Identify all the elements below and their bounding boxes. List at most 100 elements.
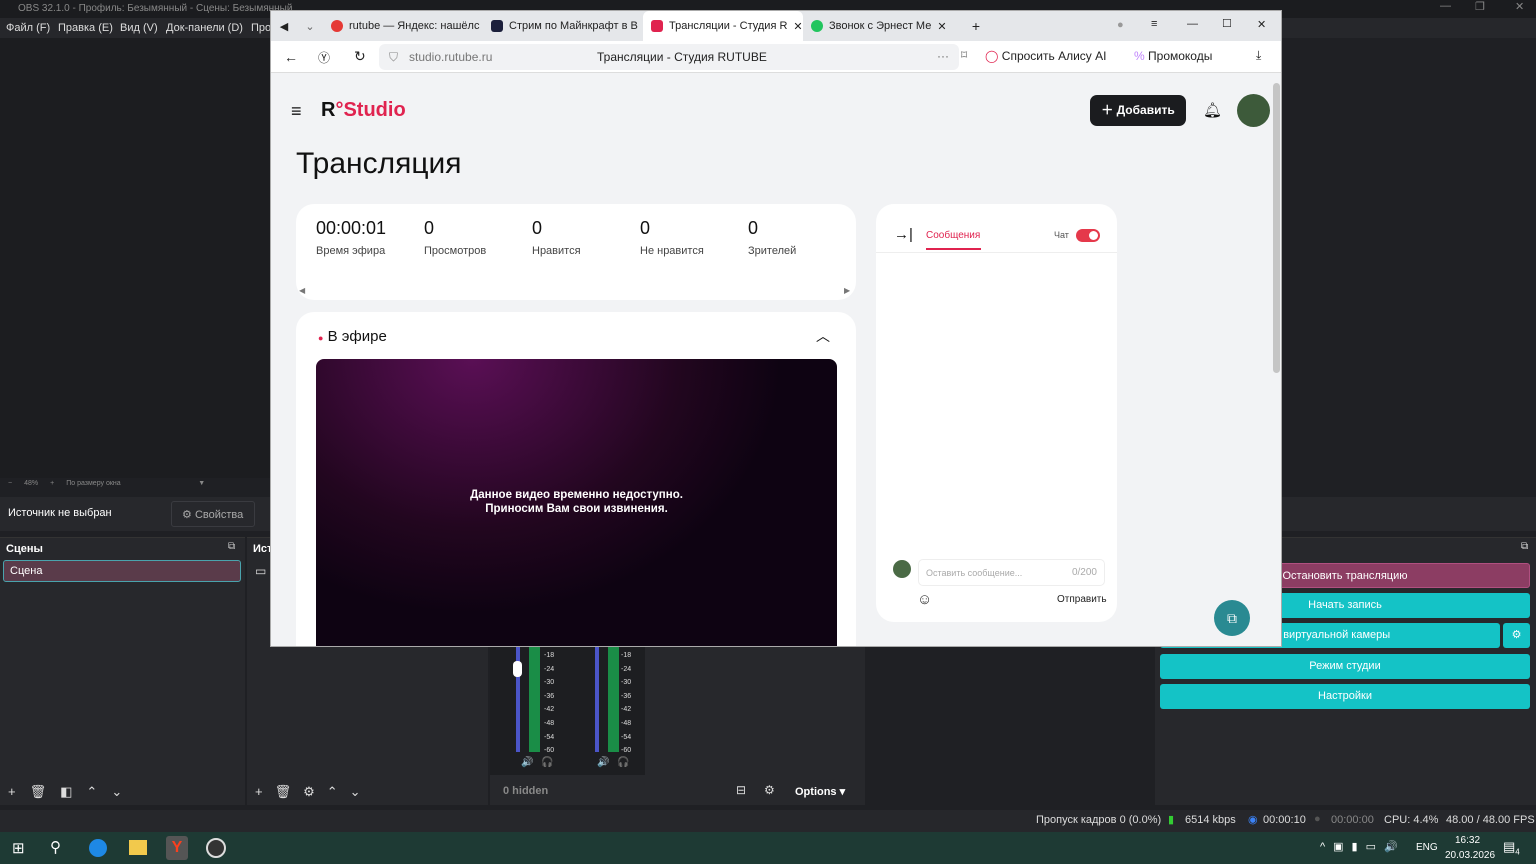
emoji-icon[interactable]: ☺ (917, 591, 932, 608)
undock-icon[interactable]: ⧉ (1521, 541, 1528, 552)
properties-button[interactable]: ⚙ Свойства (171, 501, 255, 527)
zoom-out-button[interactable]: − (8, 480, 12, 492)
chat-bubbles-icon: ⧉ (1227, 610, 1237, 626)
minimize-icon[interactable]: — (1187, 18, 1198, 30)
obs-icon[interactable] (206, 838, 226, 858)
zoom-fit-select[interactable]: По размеру окна (66, 480, 186, 492)
collapse-icon[interactable]: ︿ (816, 326, 830, 346)
edge-icon[interactable] (89, 839, 107, 857)
undock-icon[interactable]: ⧉ (228, 541, 235, 552)
scroll-left-icon[interactable]: ◀ (299, 286, 305, 295)
cpu-usage: CPU: 4.4% (1384, 814, 1439, 826)
zoom-in-button[interactable]: + (50, 480, 54, 492)
tab-minecraft-stream[interactable]: Стрим по Майнкрафт в В (483, 11, 643, 41)
options-button[interactable]: Options ▾ (795, 785, 845, 798)
window-title: OBS 32.1.0 - Профиль: Безымянный - Сцены… (18, 3, 293, 14)
menu-docks[interactable]: Док-панели (D) (166, 22, 243, 34)
close-button[interactable]: ✕ (1515, 0, 1524, 13)
menu-icon[interactable]: ≡ (1151, 18, 1157, 30)
rstudio-logo[interactable]: R°Studio (321, 99, 406, 122)
volume-handle[interactable] (513, 661, 522, 677)
gear-icon: ⚙ (1511, 629, 1522, 641)
tabs-dropdown-icon[interactable]: ⌄ (297, 20, 323, 33)
layout-icon[interactable]: ⊟ (736, 783, 746, 797)
advanced-audio-icon[interactable]: ⚙ (764, 783, 775, 797)
minimize-button[interactable]: — (1440, 0, 1451, 12)
tray-icons[interactable]: ^▣▮▭🔊 (1320, 840, 1406, 853)
alice-button[interactable]: ◯ Спросить Алису AI (985, 49, 1106, 63)
add-source-icon[interactable]: + (255, 784, 263, 800)
collapse-chat-icon[interactable]: →| (894, 226, 913, 243)
chat-toggle[interactable] (1076, 229, 1100, 242)
yandex-browser-icon[interactable]: Y (166, 836, 188, 860)
live-dot-icon: ● (318, 333, 324, 343)
filter-icon[interactable]: ◧ (60, 784, 72, 800)
move-down-icon[interactable]: ⌄ (350, 784, 361, 800)
url-text: studio.rutube.ru (409, 50, 493, 64)
close-tab-icon[interactable]: ✕ (937, 20, 946, 33)
avatar[interactable] (1237, 94, 1270, 127)
percent-icon: % (1134, 49, 1145, 63)
close-icon[interactable]: ✕ (1257, 18, 1266, 31)
volume-slider[interactable] (595, 647, 599, 752)
maximize-button[interactable]: ❐ (1475, 0, 1485, 13)
message-input[interactable]: Оставить сообщение... 0/200 (918, 559, 1105, 586)
speaker-icon[interactable]: 🔊 (521, 757, 533, 768)
folder-icon[interactable] (129, 840, 147, 855)
clock-date[interactable]: 20.03.2026 (1445, 850, 1495, 861)
tab-rutube-studio[interactable]: Трансляции - Студия R ✕ (643, 11, 803, 41)
search-icon[interactable]: ⚲ (50, 838, 61, 856)
reload-icon[interactable]: ↻ (354, 48, 366, 65)
feedback-chat-button[interactable]: ⧉ (1214, 600, 1250, 636)
close-tab-icon[interactable]: ✕ (793, 20, 802, 33)
add-scene-icon[interactable]: + (8, 784, 16, 800)
language-indicator[interactable]: ENG (1416, 842, 1438, 853)
alice-icon: ◯ (985, 49, 999, 63)
add-button[interactable]: ＋ Добавить (1090, 95, 1186, 126)
menu-file[interactable]: Файл (F) (6, 22, 50, 34)
download-icon[interactable]: ⤓ (1256, 48, 1261, 63)
scrollbar[interactable] (1273, 83, 1280, 373)
profile-icon[interactable]: ● (1117, 19, 1124, 31)
windows-start-icon[interactable]: ⊞ (12, 839, 25, 857)
move-up-icon[interactable]: ⌃ (327, 784, 338, 800)
new-tab-icon[interactable]: + (963, 18, 989, 34)
trash-icon[interactable]: 🗑 (275, 784, 292, 800)
tab-messages[interactable]: Сообщения (926, 230, 980, 241)
tab-yandex-search[interactable]: rutube — Яндекс: нашёлс (323, 11, 483, 41)
speaker-icon[interactable]: 🔊 (597, 757, 609, 768)
promo-button[interactable]: % Промокоды (1134, 49, 1212, 63)
shield-icon: ⛉ (389, 50, 399, 64)
maximize-icon[interactable]: ☐ (1222, 17, 1232, 30)
notifications-icon[interactable]: ▤4 (1503, 839, 1520, 857)
bookmark-icon[interactable]: ⌑ (961, 48, 967, 62)
studio-mode-button[interactable]: Режим студии (1160, 654, 1530, 679)
bell-icon[interactable]: 🔔︎ (1203, 101, 1222, 119)
video-player[interactable]: Данное видео временно недоступно. Приноси… (316, 359, 837, 646)
url-field[interactable]: ⛉ studio.rutube.ru Трансляции - Студия R… (379, 44, 959, 70)
menu-profile[interactable]: Про (251, 22, 271, 34)
move-up-icon[interactable]: ⌃ (86, 784, 97, 800)
back-icon[interactable]: ← (284, 49, 298, 65)
virtual-camera-settings-button[interactable]: ⚙ (1503, 623, 1530, 648)
move-down-icon[interactable]: ⌄ (111, 784, 122, 800)
send-button[interactable]: Отправить (1057, 594, 1107, 605)
settings-button[interactable]: Настройки (1160, 684, 1530, 709)
gear-icon[interactable]: ⚙ (303, 784, 315, 800)
scroll-right-icon[interactable]: ▶ (844, 286, 850, 295)
tab-call[interactable]: Звонок с Эрнест Ме ✕ (803, 11, 963, 41)
menu-edit[interactable]: Правка (E) (58, 22, 113, 34)
clock-time[interactable]: 16:32 (1455, 835, 1480, 846)
scene-item[interactable]: Сцена (3, 560, 241, 582)
yandex-home-icon[interactable]: Ⓨ (318, 49, 330, 66)
properties-label: Свойства (194, 509, 244, 521)
more-icon[interactable]: ··· (937, 49, 949, 63)
headphones-mute-icon[interactable]: 🎧 (541, 757, 553, 768)
chat-card: →| Сообщения Чат Оставить сообщение... 0… (876, 204, 1117, 622)
hamburger-icon[interactable]: ≡ (291, 101, 302, 122)
tab-audio-icon[interactable]: ◀ (271, 20, 297, 33)
monitor-icon: ▭ (255, 564, 267, 578)
headphones-mute-icon[interactable]: 🎧 (617, 757, 629, 768)
menu-view[interactable]: Вид (V) (120, 22, 158, 34)
trash-icon[interactable]: 🗑 (30, 784, 47, 800)
